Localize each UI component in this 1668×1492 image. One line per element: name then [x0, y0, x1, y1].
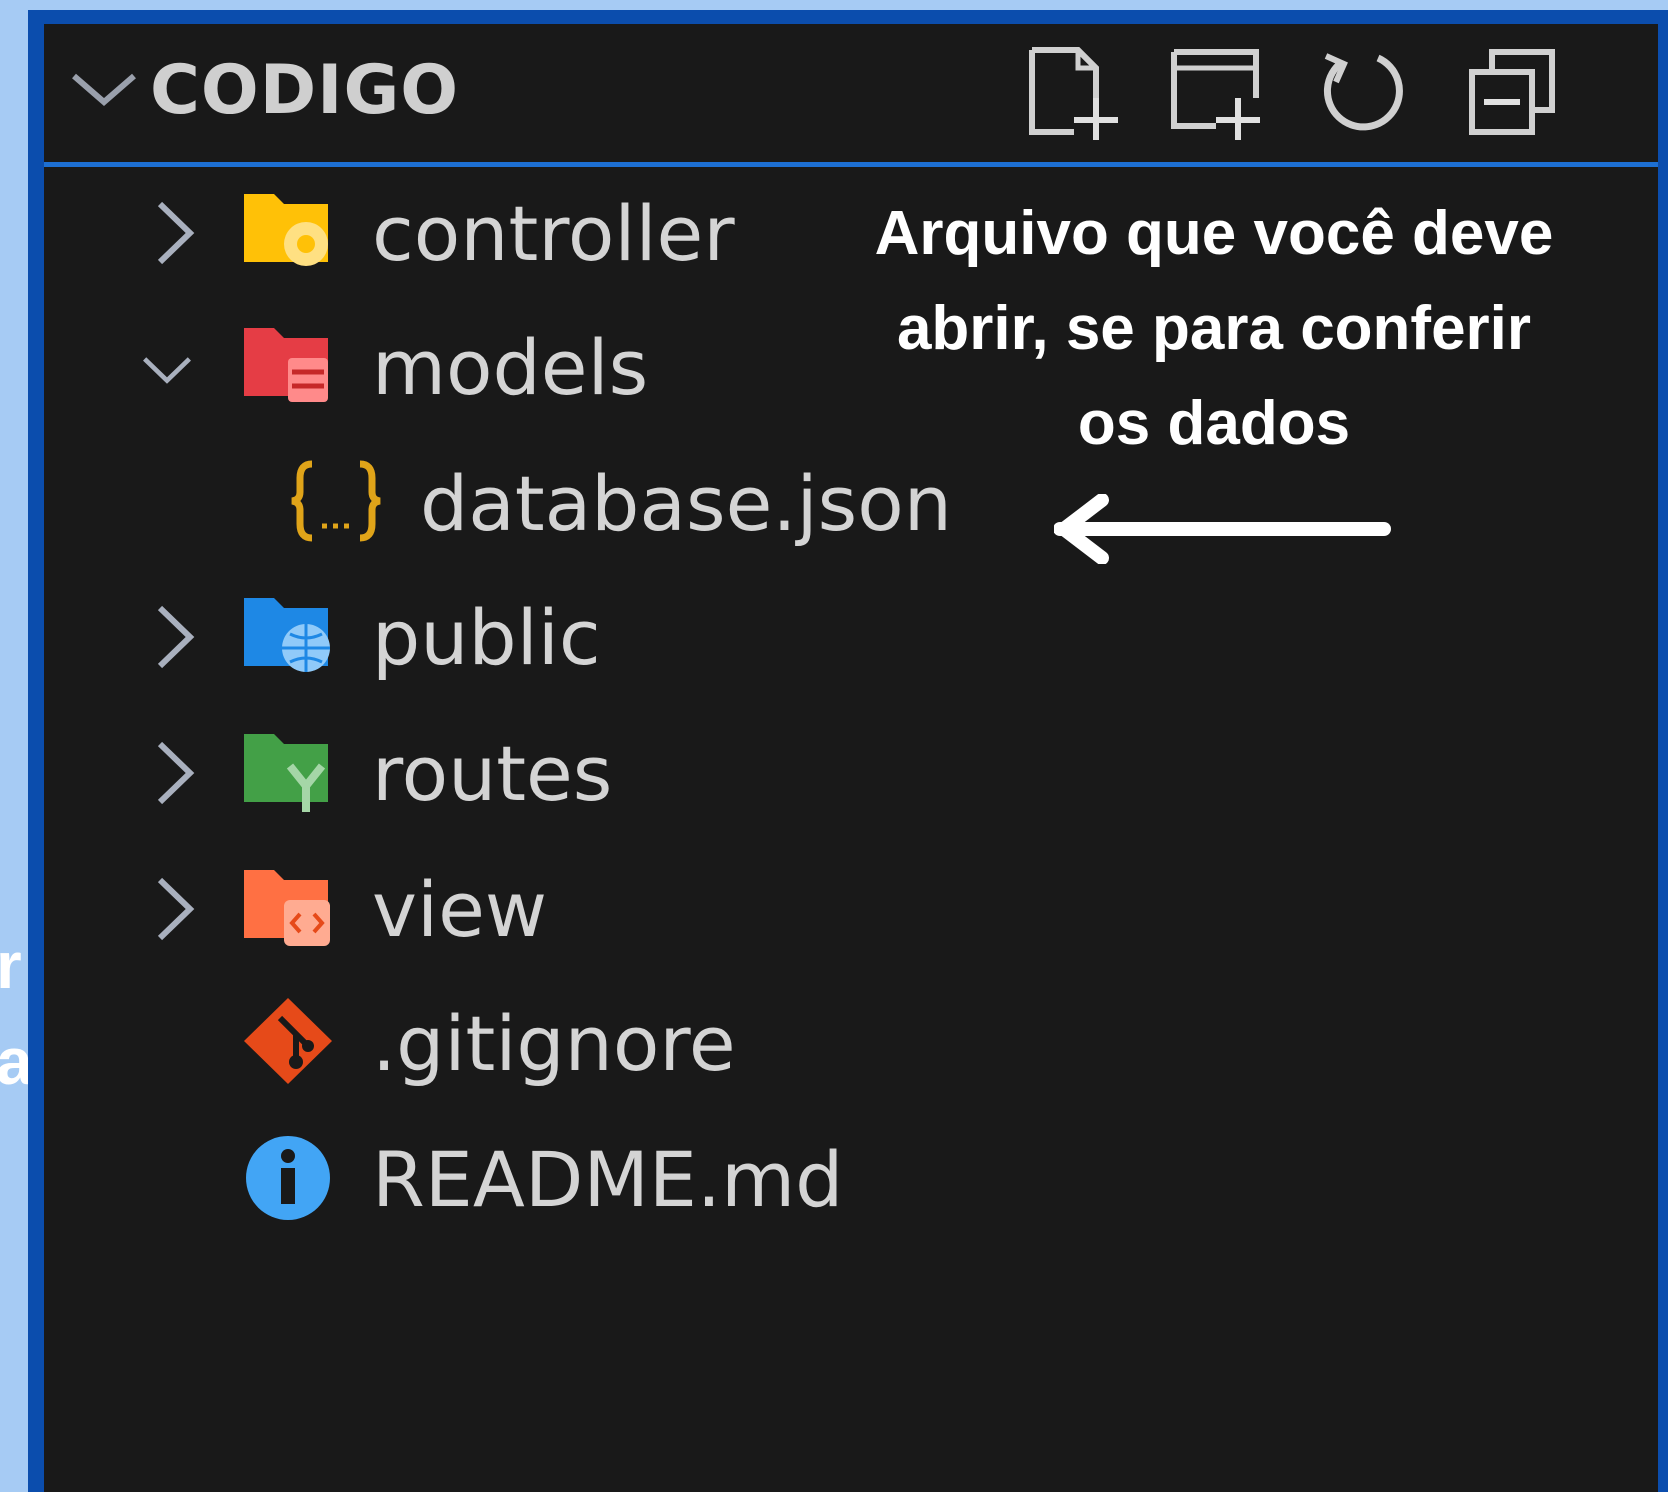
collapse-all-icon[interactable] — [1464, 42, 1564, 142]
chevron-right-icon — [157, 201, 195, 265]
json-icon — [291, 460, 381, 542]
chevron-right-icon — [157, 741, 195, 805]
chevron-right-icon — [157, 877, 195, 941]
folder-controller-icon — [244, 194, 328, 266]
explorer-frame: CODIGO controller models database.json p… — [28, 10, 1668, 1492]
tree-item-label: view — [372, 865, 548, 954]
background-text-fragment-1: r — [0, 928, 22, 1002]
tree-item-view[interactable]: view — [44, 850, 1658, 970]
explorer-panel: CODIGO controller models database.json p… — [44, 24, 1658, 1492]
annotation-line-1: Arquivo que você deve — [874, 199, 1554, 268]
chevron-down-icon[interactable] — [68, 68, 140, 110]
explorer-section-header[interactable]: CODIGO — [44, 24, 1658, 167]
tree-item-public[interactable]: public — [44, 578, 1658, 698]
chevron-down-icon — [143, 357, 191, 384]
folder-public-icon — [244, 598, 330, 672]
section-title: CODIGO — [150, 51, 460, 130]
tree-item-label: database.json — [420, 459, 952, 548]
folder-models-icon — [244, 328, 328, 402]
refresh-icon[interactable] — [1312, 42, 1412, 142]
tree-item-routes[interactable]: routes — [44, 714, 1658, 834]
folder-routes-icon — [244, 734, 328, 812]
new-file-icon[interactable] — [1024, 42, 1124, 142]
tree-item-label: controller — [372, 189, 735, 278]
tree-item-label: routes — [372, 729, 613, 818]
annotation-text: Arquivo que você deve abrir, se para con… — [834, 186, 1594, 471]
tree-item-label: README.md — [372, 1135, 844, 1224]
tree-item-label: models — [372, 323, 649, 412]
left-arrow-icon — [1054, 494, 1391, 564]
annotation-line-2: abrir, se para conferir — [896, 294, 1532, 363]
tree-item-gitignore[interactable]: .gitignore — [44, 984, 1658, 1104]
chevron-right-icon — [157, 605, 195, 669]
tree-item-label: public — [372, 593, 601, 682]
annotation-line-3: os dados — [1077, 389, 1351, 458]
tree-item-label: .gitignore — [372, 999, 736, 1088]
git-icon — [244, 998, 332, 1084]
folder-view-icon — [244, 870, 330, 946]
info-icon — [246, 1136, 330, 1220]
new-folder-icon[interactable] — [1166, 42, 1266, 142]
tree-item-readme[interactable]: README.md — [44, 1120, 1658, 1240]
